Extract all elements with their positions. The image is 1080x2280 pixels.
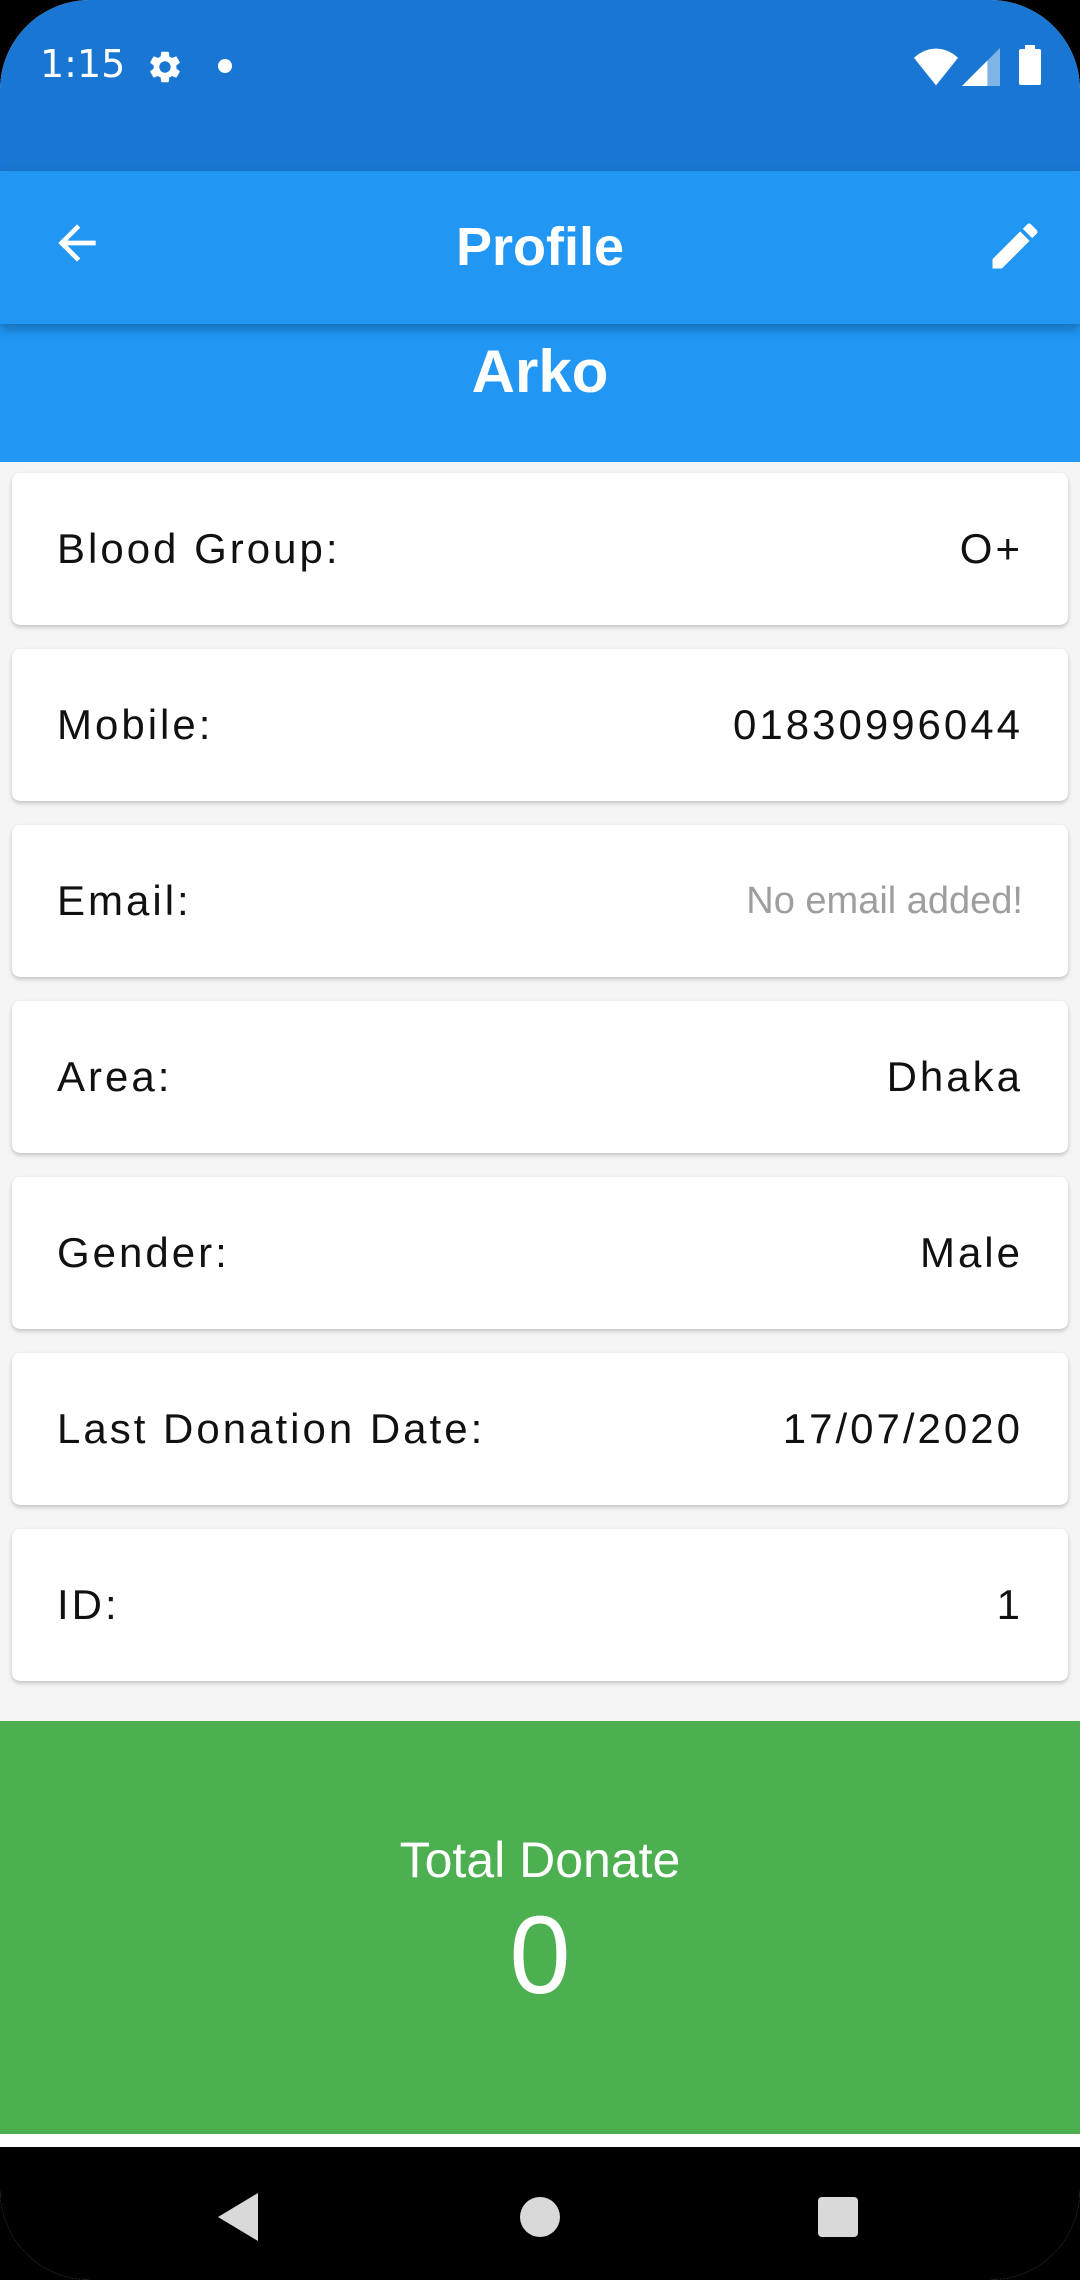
edit-button[interactable] xyxy=(975,206,1055,286)
profile-name: Arko xyxy=(471,338,609,405)
card-blood-group: Blood Group: O+ xyxy=(12,473,1068,625)
home-circle-icon xyxy=(520,2197,560,2237)
blood-group-value: O+ xyxy=(959,525,1023,572)
navigation-bar xyxy=(0,2147,1080,2280)
card-last-donation-date: Last Donation Date: 17/07/2020 xyxy=(12,1353,1068,1505)
email-label: Email: xyxy=(57,877,192,924)
gear-icon xyxy=(150,51,180,83)
wifi-icon xyxy=(914,48,958,86)
back-triangle-icon xyxy=(218,2193,258,2241)
mobile-label: Mobile: xyxy=(57,701,214,748)
nav-home-button[interactable] xyxy=(500,2177,580,2257)
card-gender: Gender: Male xyxy=(12,1177,1068,1329)
battery-icon xyxy=(1019,45,1041,85)
card-email: Email: No email added! xyxy=(12,825,1068,977)
last-donation-date-value: 17/07/2020 xyxy=(782,1405,1023,1452)
area-label: Area: xyxy=(57,1053,173,1100)
pencil-icon xyxy=(992,223,1038,269)
card-mobile: Mobile: 01830996044 xyxy=(12,649,1068,801)
id-value: 1 xyxy=(996,1581,1023,1628)
nav-back-button[interactable] xyxy=(200,2177,280,2257)
id-label: ID: xyxy=(57,1581,120,1628)
page-title: Profile xyxy=(455,217,625,277)
gender-value: Male xyxy=(919,1229,1023,1276)
status-time: 1:15 xyxy=(40,42,126,86)
gender-label: Gender: xyxy=(57,1229,230,1276)
email-value: No email added! xyxy=(746,880,1023,922)
blood-group-label: Blood Group: xyxy=(57,525,341,572)
signal-icon xyxy=(962,48,1000,86)
card-id: ID: 1 xyxy=(12,1529,1068,1681)
recents-square-icon xyxy=(818,2197,858,2237)
name-header: Arko xyxy=(0,324,1080,462)
total-donate-label: Total Donate xyxy=(399,1832,681,1888)
notification-dot-icon xyxy=(218,59,232,73)
app-bar: Profile xyxy=(0,171,1080,324)
area-value: Dhaka xyxy=(886,1053,1023,1100)
nav-recents-button[interactable] xyxy=(798,2177,878,2257)
arrow-back-icon xyxy=(58,224,96,262)
total-donate-panel: Total Donate 0 xyxy=(0,1721,1080,2134)
mobile-value: 01830996044 xyxy=(733,701,1023,748)
back-button[interactable] xyxy=(40,206,114,280)
card-area: Area: Dhaka xyxy=(12,1001,1068,1153)
total-donate-count: 0 xyxy=(509,1894,571,2017)
divider xyxy=(0,2134,1080,2147)
status-bar: 1:15 xyxy=(0,0,1080,171)
profile-screen: 1:15 Profile Arko Blood Group: O+ Mobile… xyxy=(0,0,1080,2280)
last-donation-date-label: Last Donation Date: xyxy=(57,1405,486,1452)
